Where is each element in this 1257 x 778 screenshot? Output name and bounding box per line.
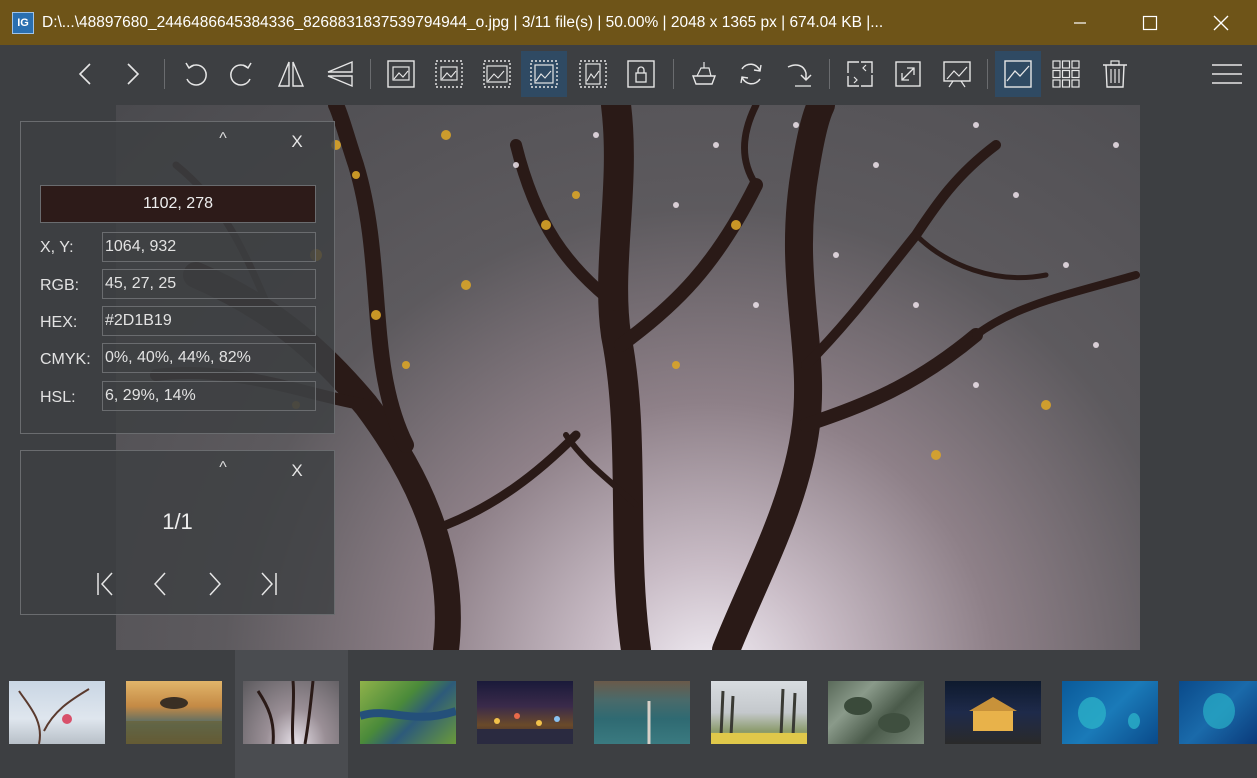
prev-image-button[interactable] (63, 51, 109, 97)
hsl-field[interactable]: 6, 29%, 14% (102, 381, 316, 411)
app-icon: IG (12, 11, 34, 34)
lock-zoom-button[interactable] (426, 51, 472, 97)
auto-zoom-icon (387, 60, 415, 88)
thumbnail[interactable] (828, 681, 924, 744)
last-page-icon (261, 572, 277, 596)
page-nav-panel: ^ X 1/1 (20, 450, 335, 615)
goto-button[interactable] (776, 51, 822, 97)
open-with-button[interactable] (681, 51, 727, 97)
last-page-button[interactable] (253, 569, 283, 599)
next-page-icon (209, 572, 222, 596)
slideshow-button[interactable] (934, 51, 980, 97)
scale-to-fit-icon (530, 60, 558, 88)
hsl-label: HSL: (40, 389, 76, 406)
rgb-label: RGB: (40, 277, 80, 294)
fullscreen-icon (895, 61, 921, 87)
thumbnail[interactable] (477, 681, 573, 744)
thumbnail[interactable] (1179, 681, 1257, 744)
next-image-icon (127, 63, 140, 85)
scale-to-height-button[interactable] (570, 51, 616, 97)
slideshow-icon (943, 61, 971, 88)
close-window-button[interactable] (1186, 0, 1256, 45)
toolbar-separator (829, 59, 830, 89)
prev-page-icon (153, 572, 166, 596)
rotate-left-icon (185, 62, 207, 86)
delete-icon (1103, 60, 1127, 88)
cmyk-label: CMYK: (40, 351, 91, 368)
flip-vertical-button[interactable] (317, 51, 363, 97)
close-icon (1213, 15, 1229, 30)
scale-to-height-icon (579, 60, 607, 88)
lock-zoom-ratio-icon (627, 60, 655, 88)
prev-image-icon (78, 63, 91, 85)
collapse-button[interactable]: ^ (214, 130, 232, 148)
hex-label: HEX: (40, 314, 78, 331)
rgb-field[interactable]: 45, 27, 25 (102, 269, 316, 299)
first-page-button[interactable] (91, 569, 121, 599)
auto-zoom-button[interactable] (378, 51, 424, 97)
title-bar: IG D:\...\48897680_2446486645384336_8268… (0, 0, 1257, 45)
lock-zoom-ratio-button[interactable] (618, 51, 664, 97)
flip-horizontal-icon (277, 61, 305, 87)
menu-icon (1212, 64, 1242, 84)
toolbar (0, 45, 1257, 105)
scale-to-width-button[interactable] (474, 51, 520, 97)
fullscreen-button[interactable] (885, 51, 931, 97)
thumbnail[interactable] (243, 681, 339, 744)
crop-button[interactable] (837, 51, 883, 97)
xy-label: X, Y: (40, 239, 74, 256)
thumbnail[interactable] (126, 681, 222, 744)
delete-button[interactable] (1092, 51, 1138, 97)
flip-horizontal-button[interactable] (268, 51, 314, 97)
toolbar-separator (987, 59, 988, 89)
toolbar-separator (370, 59, 371, 89)
rotate-right-icon (230, 62, 252, 86)
flip-vertical-icon (327, 60, 353, 88)
prev-page-button[interactable] (146, 569, 176, 599)
minimize-button[interactable] (1045, 0, 1115, 45)
color-swatch: 1102, 278 (40, 185, 316, 223)
rotate-left-button[interactable] (172, 51, 218, 97)
checkerboard-icon (1052, 60, 1080, 88)
scale-to-fit-button[interactable] (521, 51, 567, 97)
refresh-button[interactable] (728, 51, 774, 97)
collapse-button[interactable]: ^ (214, 459, 232, 477)
close-panel-button[interactable]: X (287, 461, 307, 481)
xy-field[interactable]: 1064, 932 (102, 232, 316, 262)
image-viewer[interactable]: ^ X 1102, 278 X, Y: 1064, 932 RGB: 45, 2… (0, 105, 1257, 650)
color-picker-panel: ^ X 1102, 278 X, Y: 1064, 932 RGB: 45, 2… (20, 121, 335, 434)
cmyk-field[interactable]: 0%, 40%, 44%, 82% (102, 343, 316, 373)
hex-field[interactable]: #2D1B19 (102, 306, 316, 336)
main-menu-button[interactable] (1204, 51, 1250, 97)
thumbnail[interactable] (594, 681, 690, 744)
checkerboard-button[interactable] (1043, 51, 1089, 97)
thumbnail[interactable] (9, 681, 105, 744)
next-page-button[interactable] (199, 569, 229, 599)
thumbnail-bar-button[interactable] (995, 51, 1041, 97)
maximize-icon (1142, 15, 1158, 30)
thumbnail-bar-icon (1004, 60, 1032, 88)
scale-to-width-icon (483, 60, 511, 88)
thumbnail[interactable] (945, 681, 1041, 744)
refresh-icon (740, 63, 762, 85)
thumbnail-bar (0, 650, 1257, 778)
page-count: 1/1 (162, 509, 193, 534)
open-with-icon (691, 62, 717, 85)
rotate-right-button[interactable] (219, 51, 265, 97)
thumbnail[interactable] (360, 681, 456, 744)
toolbar-separator (673, 59, 674, 89)
window-title: D:\...\48897680_2446486645384336_8268831… (42, 13, 884, 31)
toolbar-separator (164, 59, 165, 89)
crop-icon (847, 61, 873, 87)
close-panel-button[interactable]: X (287, 132, 307, 152)
goto-icon (787, 64, 812, 87)
thumbnail[interactable] (711, 681, 807, 744)
next-image-button[interactable] (109, 51, 155, 97)
first-page-icon (97, 572, 113, 596)
minimize-icon (1074, 21, 1086, 24)
maximize-button[interactable] (1115, 0, 1185, 45)
thumbnail[interactable] (1062, 681, 1158, 744)
lock-zoom-icon (435, 60, 463, 88)
